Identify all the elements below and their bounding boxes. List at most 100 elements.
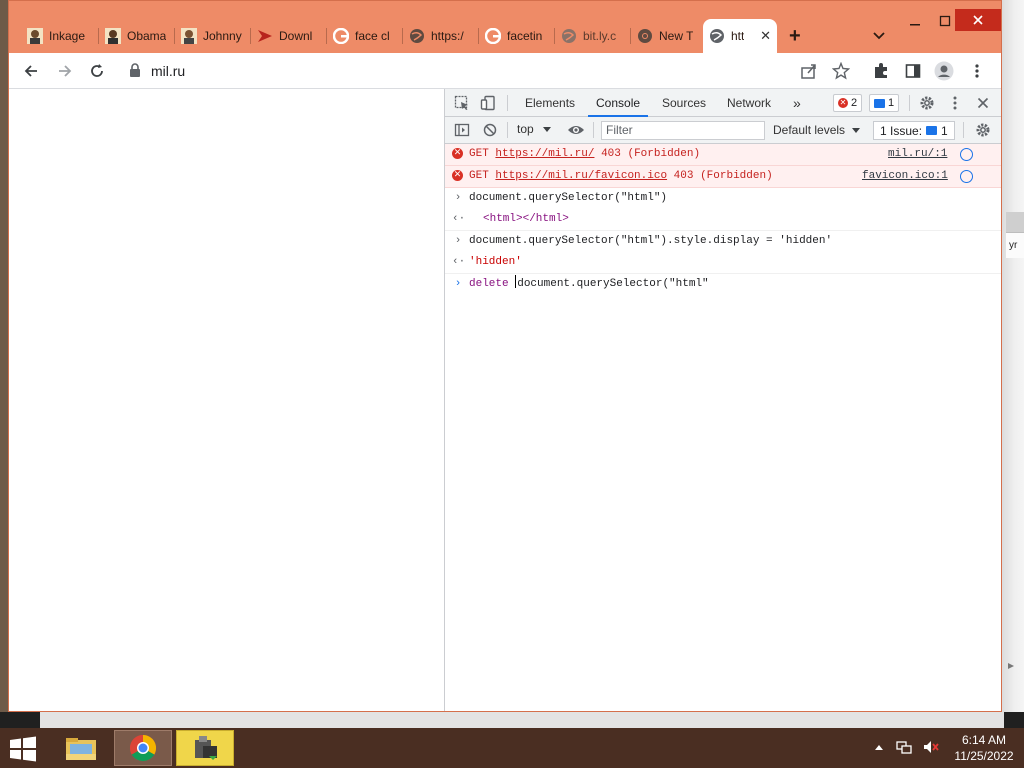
portrait-favicon-icon <box>181 28 197 44</box>
console-result-row: ‹· 'hidden' <box>445 252 1001 274</box>
chrome-favicon-icon <box>637 28 653 44</box>
result-node[interactable]: <html></html> <box>483 213 569 225</box>
tab-facetin[interactable]: facetin <box>479 23 555 49</box>
browser-window: Inkage Obama Johnny Downl face cl https:… <box>8 0 1002 712</box>
tab-inkage[interactable]: Inkage <box>21 23 99 49</box>
globe-favicon-icon <box>409 28 425 44</box>
close-tab-button[interactable]: ✕ <box>760 28 771 44</box>
extensions-puzzle-icon[interactable] <box>871 61 891 81</box>
tab-elements[interactable]: Elements <box>525 89 575 117</box>
network-request-icon[interactable] <box>960 148 973 161</box>
share-icon[interactable] <box>799 61 819 81</box>
file-explorer-taskbar-button[interactable] <box>52 730 110 766</box>
tab-network[interactable]: Network <box>727 89 771 117</box>
red-arrow-favicon-icon <box>257 28 273 44</box>
forward-button[interactable] <box>55 61 75 81</box>
live-expression-eye-icon[interactable] <box>567 121 585 139</box>
console-filter-input[interactable]: Filter <box>601 121 765 140</box>
issues-button[interactable]: 1 Issue: 1 <box>873 121 955 140</box>
tab-sources[interactable]: Sources <box>662 89 706 117</box>
tab-johnny[interactable]: Johnny <box>175 23 251 49</box>
error-count-badge[interactable]: ✕ 2 <box>833 94 863 112</box>
console-error-row: ✕ GET https://mil.ru/ 403 (Forbidden) mi… <box>445 144 1001 166</box>
context-select[interactable]: top <box>517 122 552 136</box>
console-error-row: ✕ GET https://mil.ru/favicon.ico 403 (Fo… <box>445 166 1001 188</box>
chrome-taskbar-button[interactable] <box>114 730 172 766</box>
error-icon: ✕ <box>838 98 848 108</box>
sidebar-toggle-icon[interactable] <box>453 121 471 139</box>
desktop-bottom-strip <box>0 712 1024 728</box>
portrait-favicon-icon <box>105 28 121 44</box>
console-input-row: › document.querySelector("html") <box>445 188 1001 209</box>
tab-face-check[interactable]: face cl <box>327 23 403 49</box>
google-favicon-icon <box>485 28 501 44</box>
profile-avatar-icon[interactable] <box>934 61 954 81</box>
error-source-link[interactable]: favicon.ico:1 <box>862 166 948 187</box>
side-panel-icon[interactable] <box>903 61 923 81</box>
settings-gear-icon[interactable] <box>918 94 936 112</box>
tab-console[interactable]: Console <box>587 89 649 117</box>
network-request-icon[interactable] <box>960 170 973 183</box>
console-result-row: ‹· <html></html> <box>445 209 1001 231</box>
result-arrow-icon: ‹· <box>452 256 466 268</box>
inspect-element-icon[interactable] <box>453 94 471 112</box>
page-viewport[interactable] <box>9 89 444 711</box>
taskbar-clock[interactable]: 6:14 AM 11/25/2022 <box>946 732 1022 764</box>
minimize-button[interactable] <box>905 11 925 31</box>
console-output[interactable]: ✕ GET https://mil.ru/ 403 (Forbidden) mi… <box>445 144 1001 295</box>
chrome-menu-icon[interactable] <box>967 61 987 81</box>
background-window-text: yr <box>1009 240 1018 251</box>
input-chevron-icon: › <box>454 235 462 247</box>
app-taskbar-button[interactable] <box>176 730 234 766</box>
more-tabs-button[interactable]: » <box>793 89 801 117</box>
device-toolbar-icon[interactable] <box>479 94 497 112</box>
clock-date: 11/25/2022 <box>954 749 1014 763</box>
bookmark-star-icon[interactable] <box>831 61 851 81</box>
maximize-button[interactable] <box>935 11 955 31</box>
new-tab-button[interactable]: + <box>789 25 801 48</box>
message-count-badge[interactable]: 1 <box>869 94 900 112</box>
console-settings-gear-icon[interactable] <box>974 121 992 139</box>
volume-muted-icon[interactable] <box>922 739 940 758</box>
clear-console-icon[interactable] <box>481 121 499 139</box>
close-window-button[interactable] <box>955 9 1001 31</box>
browser-toolbar: mil.ru <box>9 53 1001 89</box>
background-window-bar <box>1006 212 1024 232</box>
error-source-link[interactable]: mil.ru/:1 <box>888 144 947 165</box>
console-prompt[interactable]: › delete document.querySelector("html" <box>445 274 1001 295</box>
back-button[interactable] <box>21 61 41 81</box>
tab-download[interactable]: Downl <box>251 23 327 49</box>
close-devtools-icon[interactable] <box>974 94 992 112</box>
error-url-link[interactable]: https://mil.ru/ <box>495 148 594 160</box>
tab-strip: Inkage Obama Johnny Downl face cl https:… <box>9 1 1001 53</box>
reload-button[interactable] <box>87 61 107 81</box>
background-scroll-arrow <box>1006 660 1024 670</box>
address-bar[interactable]: mil.ru <box>119 58 839 84</box>
input-chevron-icon: › <box>454 192 462 204</box>
tab-obama[interactable]: Obama <box>99 23 175 49</box>
prompt-chevron-icon: › <box>454 278 462 290</box>
portrait-favicon-icon <box>27 28 43 44</box>
tab-search-chevron-icon[interactable] <box>871 27 887 43</box>
error-url-link[interactable]: https://mil.ru/favicon.ico <box>495 170 667 182</box>
log-levels-select[interactable]: Default levels <box>773 123 861 137</box>
google-favicon-icon <box>333 28 349 44</box>
tab-active[interactable]: htt ✕ <box>703 19 777 53</box>
url-text[interactable]: mil.ru <box>151 63 185 79</box>
lock-icon[interactable] <box>129 62 141 80</box>
error-icon: ✕ <box>452 148 463 159</box>
network-icon[interactable] <box>896 739 912 758</box>
tab-https[interactable]: https:/ <box>403 23 479 49</box>
windows-start-button[interactable] <box>8 736 38 762</box>
tab-bitly[interactable]: bit.ly.c <box>555 23 631 49</box>
tab-new-tab[interactable]: New T <box>631 23 707 49</box>
taskbar: 6:14 AM 11/25/2022 <box>0 728 1024 768</box>
show-hidden-icons-icon[interactable] <box>874 741 884 755</box>
result-arrow-icon: ‹· <box>452 213 466 225</box>
devtools-tab-bar: Elements Console Sources Network » ✕ 2 1 <box>445 89 1001 117</box>
globe-favicon-icon <box>561 28 577 44</box>
clock-time: 6:14 AM <box>961 733 1007 747</box>
devtools-menu-icon[interactable] <box>946 94 964 112</box>
error-icon: ✕ <box>452 170 463 181</box>
message-icon <box>874 98 885 108</box>
